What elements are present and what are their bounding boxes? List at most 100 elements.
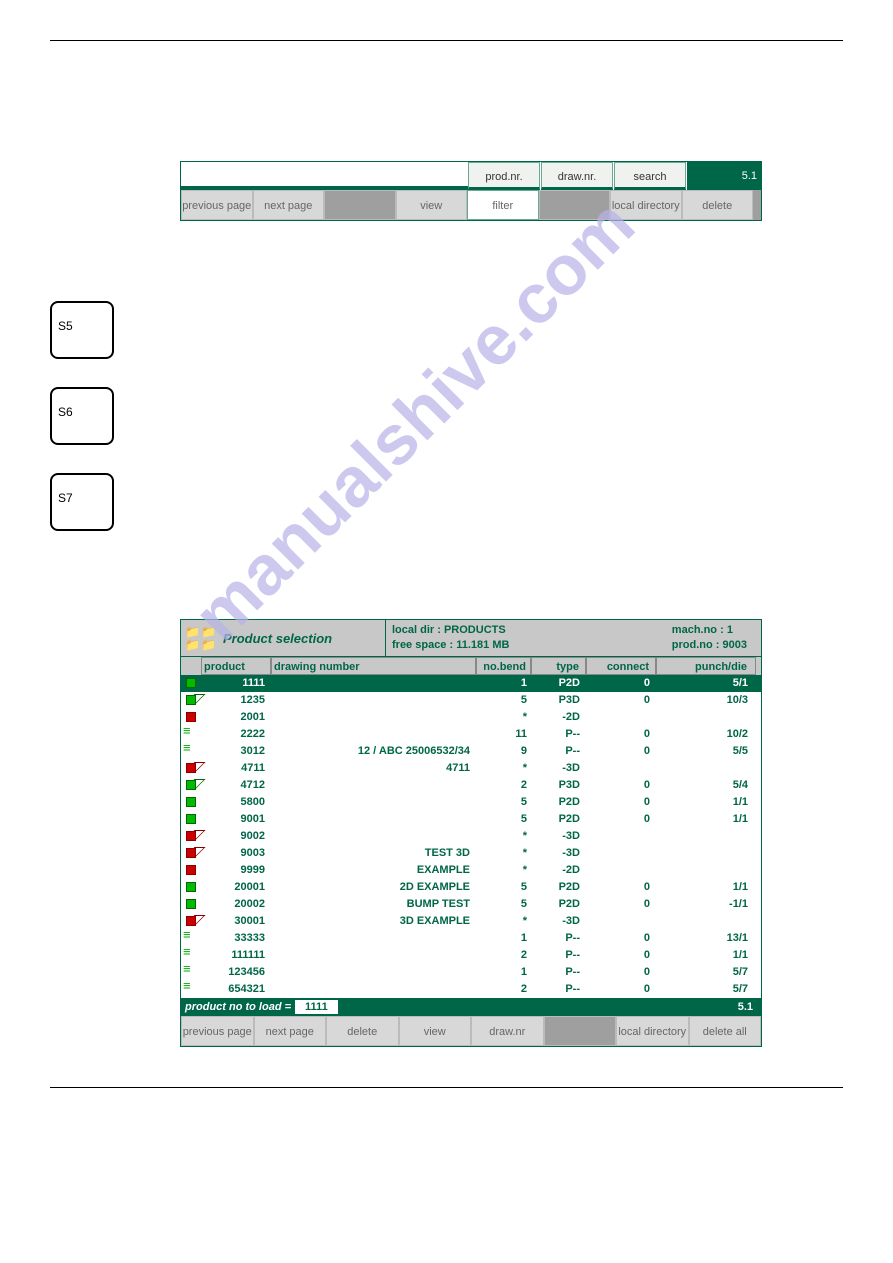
table-row[interactable]: 300013D EXAMPLE*-3D (181, 913, 761, 930)
cell-punchdie: -1/1 (656, 896, 756, 913)
cell-nobend: 2 (476, 947, 531, 964)
table-row[interactable]: ≡6543212P--05/7 (181, 981, 761, 998)
cell-nobend: 11 (476, 726, 531, 743)
table-row[interactable]: ≡1234561P--05/7 (181, 964, 761, 981)
cell-type: P2D (531, 811, 586, 828)
cell-drawing: 3D EXAMPLE (271, 913, 476, 930)
toolbar-spacer (181, 162, 468, 190)
table-row[interactable]: 2001*-2D (181, 709, 761, 726)
cell-drawing: 4711 (271, 760, 476, 777)
table-row[interactable]: 9002*-3D (181, 828, 761, 845)
cell-product: 3012 (201, 743, 271, 760)
cell-drawing (271, 726, 476, 743)
cell-connect (586, 709, 656, 726)
product-type-icon (181, 828, 201, 845)
cell-type: P-- (531, 930, 586, 947)
table-row[interactable]: 20002BUMP TEST5P2D0-1/1 (181, 896, 761, 913)
s6-key[interactable]: S6 (50, 387, 114, 445)
filter-button[interactable]: filter (467, 190, 539, 220)
cell-drawing (271, 811, 476, 828)
cell-product: 20001 (201, 879, 271, 896)
col-nobend[interactable]: no.bend (476, 657, 531, 675)
cell-punchdie (656, 709, 756, 726)
col-drawing-number[interactable]: drawing number (271, 657, 476, 675)
table-row[interactable]: 9003TEST 3D*-3D (181, 845, 761, 862)
ps-drawnr-button[interactable]: draw.nr (471, 1016, 544, 1046)
col-product[interactable]: product (201, 657, 271, 675)
table-row[interactable]: 90015P2D01/1 (181, 811, 761, 828)
cell-connect: 0 (586, 794, 656, 811)
cell-drawing (271, 675, 476, 692)
table-row[interactable]: ≡222211P--010/2 (181, 726, 761, 743)
cell-product: 4712 (201, 777, 271, 794)
cell-punchdie (656, 913, 756, 930)
product-type-icon (181, 845, 201, 862)
cell-drawing (271, 930, 476, 947)
ps-previous-page-button[interactable]: previous page (181, 1016, 254, 1046)
cell-nobend: 5 (476, 811, 531, 828)
view-button[interactable]: view (396, 190, 468, 220)
cell-nobend: 2 (476, 777, 531, 794)
cell-nobend: 5 (476, 896, 531, 913)
table-row[interactable]: 47114711*-3D (181, 760, 761, 777)
cell-connect: 0 (586, 726, 656, 743)
s7-key[interactable]: S7 (50, 473, 114, 531)
col-connect[interactable]: connect (586, 657, 656, 675)
status-value[interactable]: 1111 (295, 1000, 338, 1014)
cell-punchdie: 1/1 (656, 947, 756, 964)
status-label: product no to load = (185, 998, 291, 1016)
cell-punchdie: 5/7 (656, 981, 756, 998)
product-type-icon (181, 692, 201, 709)
cell-drawing: BUMP TEST (271, 896, 476, 913)
table-row[interactable]: 58005P2D01/1 (181, 794, 761, 811)
cell-punchdie: 10/3 (656, 692, 756, 709)
cell-drawing (271, 794, 476, 811)
cell-punchdie (656, 862, 756, 879)
cell-nobend: * (476, 828, 531, 845)
cell-product: 9003 (201, 845, 271, 862)
cell-type: P3D (531, 692, 586, 709)
local-directory-button[interactable]: local directory (610, 190, 682, 220)
delete-button[interactable]: delete (682, 190, 754, 220)
cell-nobend: 5 (476, 692, 531, 709)
cell-nobend: * (476, 845, 531, 862)
cell-punchdie: 13/1 (656, 930, 756, 947)
table-row[interactable]: ≡333331P--013/1 (181, 930, 761, 947)
cell-product: 5800 (201, 794, 271, 811)
ps-delete-all-button[interactable]: delete all (689, 1016, 762, 1046)
table-row[interactable]: 9999EXAMPLE*-2D (181, 862, 761, 879)
cell-connect: 0 (586, 930, 656, 947)
cell-drawing (271, 981, 476, 998)
table-row[interactable]: 12355P3D010/3 (181, 692, 761, 709)
ps-view-button[interactable]: view (399, 1016, 472, 1046)
product-type-icon (181, 675, 201, 692)
ps-next-page-button[interactable]: next page (254, 1016, 327, 1046)
table-row[interactable]: ≡301212 / ABC 25006532/349P--05/5 (181, 743, 761, 760)
cell-product: 9999 (201, 862, 271, 879)
table-row[interactable]: ≡1111112P--01/1 (181, 947, 761, 964)
table-row[interactable]: 200012D EXAMPLE5P2D01/1 (181, 879, 761, 896)
cell-nobend: 1 (476, 964, 531, 981)
ps-delete-button[interactable]: delete (326, 1016, 399, 1046)
cell-drawing (271, 692, 476, 709)
cell-type: -3D (531, 828, 586, 845)
col-punchdie[interactable]: punch/die (656, 657, 756, 675)
cell-type: -3D (531, 913, 586, 930)
cell-connect: 0 (586, 692, 656, 709)
col-type[interactable]: type (531, 657, 586, 675)
table-header: product drawing number no.bend type conn… (181, 657, 761, 675)
cell-connect (586, 760, 656, 777)
prodnr-button[interactable]: prod.nr. (468, 162, 540, 190)
cell-type: P-- (531, 947, 586, 964)
s5-key[interactable]: S5 (50, 301, 114, 359)
ps-local-directory-button[interactable]: local directory (616, 1016, 689, 1046)
previous-page-button[interactable]: previous page (181, 190, 253, 220)
table-row[interactable]: 47122P3D05/4 (181, 777, 761, 794)
cell-type: P3D (531, 777, 586, 794)
search-button[interactable]: search (614, 162, 686, 190)
table-row[interactable]: 11111P2D05/1 (181, 675, 761, 692)
cell-drawing (271, 964, 476, 981)
next-page-button[interactable]: next page (253, 190, 325, 220)
product-type-icon (181, 760, 201, 777)
drawnr-button[interactable]: draw.nr. (541, 162, 613, 190)
